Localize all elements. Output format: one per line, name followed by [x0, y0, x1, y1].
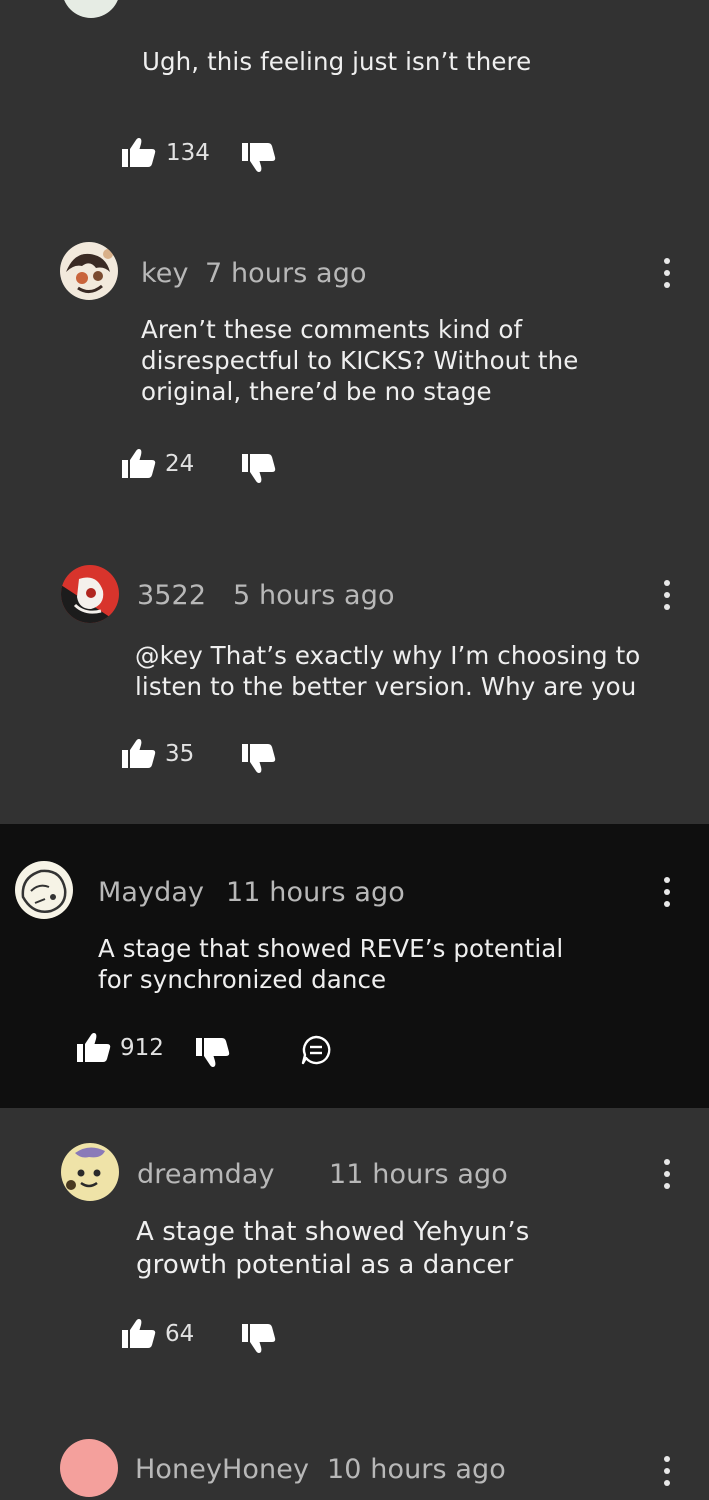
avatar[interactable] — [61, 565, 119, 623]
comment-text: A stage that showed REVE’s potential for… — [98, 934, 564, 994]
avatar[interactable] — [15, 861, 73, 919]
comment-thread-item: HoneyHoney 10 hours ago — [0, 1408, 709, 1500]
comment-time: 11 hours ago — [226, 877, 405, 908]
like-count: 24 — [165, 451, 195, 477]
thumbs-up-icon[interactable] — [122, 448, 156, 478]
comment-thread-item: key 7 hours ago Aren’t these comments ki… — [0, 232, 709, 552]
thumbs-up-icon[interactable] — [77, 1032, 111, 1062]
thumbs-up-icon[interactable] — [122, 1318, 156, 1348]
thumbs-down-icon[interactable] — [196, 1038, 230, 1068]
thumbs-down-icon[interactable] — [242, 744, 276, 774]
comment-author[interactable]: HoneyHoney — [135, 1454, 309, 1485]
comment-thread-item: Ugh, this feeling just isn’t there 134 — [0, 0, 709, 232]
thumbs-down-icon[interactable] — [242, 1324, 276, 1354]
comment-thread-item: dreamday 11 hours ago A stage that showe… — [0, 1108, 709, 1408]
like-count: 134 — [166, 140, 210, 166]
more-vertical-icon[interactable] — [657, 580, 677, 610]
comment-author[interactable]: dreamday — [137, 1159, 275, 1190]
avatar[interactable] — [62, 0, 120, 18]
top-level-comment: Mayday 11 hours ago A stage that showed … — [0, 824, 709, 1108]
comment-text: A stage that showed Yehyun’s growth pote… — [136, 1217, 530, 1280]
comment-text: Aren’t these comments kind of disrespect… — [141, 315, 579, 406]
comment-text: @key That’s exactly why I’m choosing to … — [135, 641, 641, 701]
comment-author[interactable]: 3522 — [137, 580, 206, 611]
comment-time: 7 hours ago — [205, 258, 367, 289]
avatar[interactable] — [60, 1439, 118, 1497]
avatar[interactable] — [61, 1143, 119, 1201]
like-count: 35 — [165, 741, 195, 767]
like-count: 64 — [165, 1321, 195, 1347]
like-count: 912 — [120, 1035, 164, 1061]
thumbs-down-icon[interactable] — [242, 143, 276, 173]
more-vertical-icon[interactable] — [657, 1456, 677, 1486]
comment-text: Ugh, this feeling just isn’t there — [142, 47, 532, 76]
comment-time: 5 hours ago — [233, 580, 395, 611]
more-vertical-icon[interactable] — [657, 258, 677, 288]
comment-author[interactable]: Mayday — [98, 877, 204, 908]
avatar[interactable] — [60, 242, 118, 300]
thumbs-up-icon[interactable] — [122, 738, 156, 768]
thumbs-up-icon[interactable] — [122, 137, 156, 167]
more-vertical-icon[interactable] — [657, 1159, 677, 1189]
thumbs-down-icon[interactable] — [242, 454, 276, 484]
comment-time: 10 hours ago — [327, 1454, 506, 1485]
comment-thread-item: 3522 5 hours ago @key That’s exactly why… — [0, 552, 709, 824]
comment-author[interactable]: key — [141, 258, 189, 289]
comment-time: 11 hours ago — [329, 1159, 508, 1190]
reply-bubble-icon[interactable] — [300, 1034, 332, 1066]
more-vertical-icon[interactable] — [657, 877, 677, 907]
